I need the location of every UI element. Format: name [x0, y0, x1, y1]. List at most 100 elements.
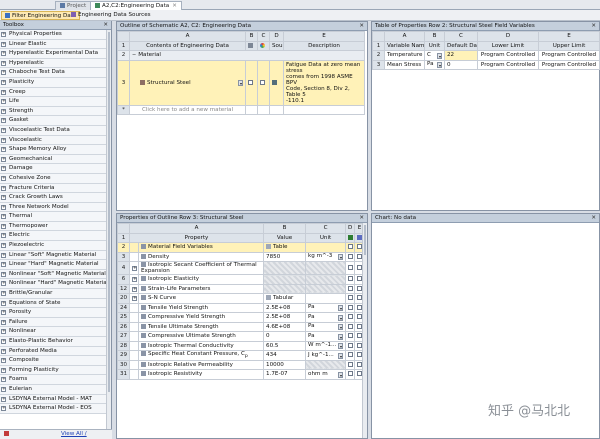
expand-icon[interactable]: +	[1, 329, 6, 335]
checkbox-cell[interactable]	[345, 340, 356, 351]
checkbox-cell[interactable]	[345, 302, 356, 313]
expand-icon[interactable]: +	[1, 396, 6, 402]
expand-cell[interactable]	[129, 350, 139, 361]
toolbox-category[interactable]: + Cohesive Zone	[0, 173, 107, 184]
expand-icon[interactable]: +	[1, 367, 6, 373]
table-row[interactable]: 25 Compressive Yield Strength 2.5E+08 Pa	[117, 312, 366, 323]
property-value-cell[interactable]: Table	[263, 242, 307, 253]
toolbox-category[interactable]: + Nonlinear "Hard" Magnetic Material	[0, 279, 108, 290]
expand-cell[interactable]	[129, 321, 139, 332]
property-unit-cell[interactable]: ohm m	[305, 369, 347, 380]
property-value-cell[interactable]: 7850	[263, 251, 307, 262]
expand-icon[interactable]: +	[1, 339, 6, 344]
checkbox-cell[interactable]	[345, 350, 356, 361]
table-row[interactable]: 4 + Isotropic Secant Coefficient of Therma…	[117, 261, 366, 275]
toolbox-category[interactable]: + Thermopower	[0, 221, 107, 232]
toolbox-category[interactable]: + Creep	[0, 87, 107, 98]
expand-icon[interactable]: +	[1, 32, 6, 37]
toolbox-category[interactable]: + Linear "Hard" Magnetic Material	[0, 260, 107, 270]
property-value-cell[interactable]: Tabular	[263, 293, 307, 304]
checkbox-cell[interactable]	[345, 274, 356, 285]
engineering-data-sources-button[interactable]: Engineering Data Sources	[68, 11, 154, 20]
checkbox[interactable]	[348, 276, 354, 282]
upper-limit-cell[interactable]: Program Controlled	[538, 50, 600, 61]
toolbox-category[interactable]: + Crack Growth Laws	[0, 193, 107, 203]
checkbox-cell[interactable]	[345, 331, 356, 342]
chevron-down-icon[interactable]	[238, 79, 243, 86]
property-unit-cell[interactable]: kg m^-3	[305, 251, 347, 262]
expand-cell[interactable]	[129, 302, 139, 313]
table-row[interactable]: 27 Compressive Ultimate Strength 0 Pa	[117, 331, 366, 342]
chevron-down-icon[interactable]	[338, 314, 344, 321]
upper-limit-cell[interactable]: Program Controlled	[538, 59, 600, 70]
close-icon[interactable]: ✕	[591, 215, 596, 222]
chevron-down-icon[interactable]	[437, 52, 442, 59]
chevron-down-icon[interactable]	[338, 371, 344, 378]
checkbox-cell[interactable]	[345, 283, 356, 294]
toolbox-category[interactable]: + Piezoelectric	[0, 241, 107, 251]
checkbox-cell[interactable]	[345, 359, 356, 371]
checkbox-cell[interactable]	[345, 369, 356, 380]
toolbox-category[interactable]: + Eulerian	[0, 384, 107, 395]
toolbox-category[interactable]: + Porosity	[0, 308, 107, 318]
table-row[interactable]: 2 Temperature C 22 Program Controlled Pr…	[372, 50, 600, 61]
view-all-customize-link[interactable]: View All / Customize...	[4, 431, 87, 439]
expand-cell[interactable]	[129, 251, 139, 262]
property-unit-cell[interactable]: Pa	[305, 331, 347, 342]
expand-icon[interactable]: +	[1, 166, 6, 172]
property-value-cell[interactable]: 0	[263, 331, 307, 342]
expand-cell[interactable]	[129, 340, 139, 351]
property-value-cell[interactable]: 10000	[263, 359, 307, 371]
table-row[interactable]: 28 Isotropic Thermal Conductivity 60.5 W m^…	[117, 340, 366, 351]
toolbox-category[interactable]: + Geomechanical	[0, 154, 107, 165]
expand-cell[interactable]	[129, 359, 139, 371]
toolbox-category[interactable]: + Shape Memory Alloy	[0, 145, 107, 155]
toolbox-category[interactable]: + Nonlinear "Soft" Magnetic Material	[0, 269, 107, 280]
checkbox-cell[interactable]	[345, 312, 356, 323]
expand-icon[interactable]: +	[1, 156, 6, 162]
chevron-down-icon[interactable]	[338, 305, 344, 312]
checkbox[interactable]	[348, 333, 354, 339]
expand-icon[interactable]: +	[1, 252, 6, 258]
checkbox-cell[interactable]	[345, 242, 356, 253]
toolbox-category[interactable]: + Composite	[0, 356, 107, 366]
checkbox-cell[interactable]	[345, 293, 356, 304]
toolbox-scrollbar[interactable]	[106, 30, 111, 429]
expand-icon[interactable]: +	[1, 358, 6, 364]
default-data-cell[interactable]: 22	[444, 50, 478, 61]
property-value-cell[interactable]: 1.7E-07	[263, 369, 307, 380]
expand-cell[interactable]	[129, 312, 139, 323]
expand-icon[interactable]: +	[1, 99, 6, 105]
expand-cell[interactable]: +	[129, 261, 139, 275]
checkbox[interactable]	[348, 352, 354, 358]
toolbox-category[interactable]: + Life	[0, 97, 107, 107]
default-data-cell[interactable]: 0	[444, 59, 478, 70]
close-icon[interactable]: ✕	[103, 22, 108, 29]
expand-icon[interactable]: +	[132, 286, 137, 292]
expand-icon[interactable]: +	[1, 348, 6, 354]
expand-icon[interactable]: +	[1, 147, 6, 153]
toolbox-scroll-thumb[interactable]	[108, 32, 110, 392]
toolbox-category[interactable]: + Strength	[0, 106, 107, 117]
toolbox-category[interactable]: + Forming Plasticity	[0, 365, 107, 376]
table-row[interactable]: 20 + S-N Curve Tabular	[117, 293, 366, 304]
expand-cell[interactable]	[129, 242, 139, 253]
toolbox-category[interactable]: + Chaboche Test Data	[0, 68, 107, 78]
properties-scroll-thumb[interactable]	[364, 225, 366, 255]
toolbox-category[interactable]: + Fracture Criteria	[0, 183, 107, 194]
lower-limit-cell[interactable]: Program Controlled	[477, 50, 539, 61]
table-row[interactable]: 6 + Isotropic Elasticity	[117, 274, 366, 285]
chevron-down-icon[interactable]	[338, 352, 344, 359]
expand-icon[interactable]: +	[1, 223, 6, 229]
toolbox-category[interactable]: + LSDYNA External Model - EOS	[0, 404, 107, 414]
property-unit-cell[interactable]: Pa	[305, 312, 347, 323]
expand-icon[interactable]: +	[1, 89, 6, 95]
toolbox-category[interactable]: + LSDYNA External Model - MAT	[0, 394, 107, 405]
tab-engineering-data[interactable]: A2,C2:Engineering Data ✕	[90, 1, 182, 10]
chevron-down-icon[interactable]	[437, 62, 442, 69]
property-value-cell[interactable]: 434	[263, 350, 307, 361]
toolbox-category[interactable]: + Gasket	[0, 116, 107, 126]
expand-icon[interactable]: +	[1, 386, 6, 392]
expand-icon[interactable]: +	[1, 377, 6, 383]
expand-icon[interactable]: +	[1, 300, 6, 306]
